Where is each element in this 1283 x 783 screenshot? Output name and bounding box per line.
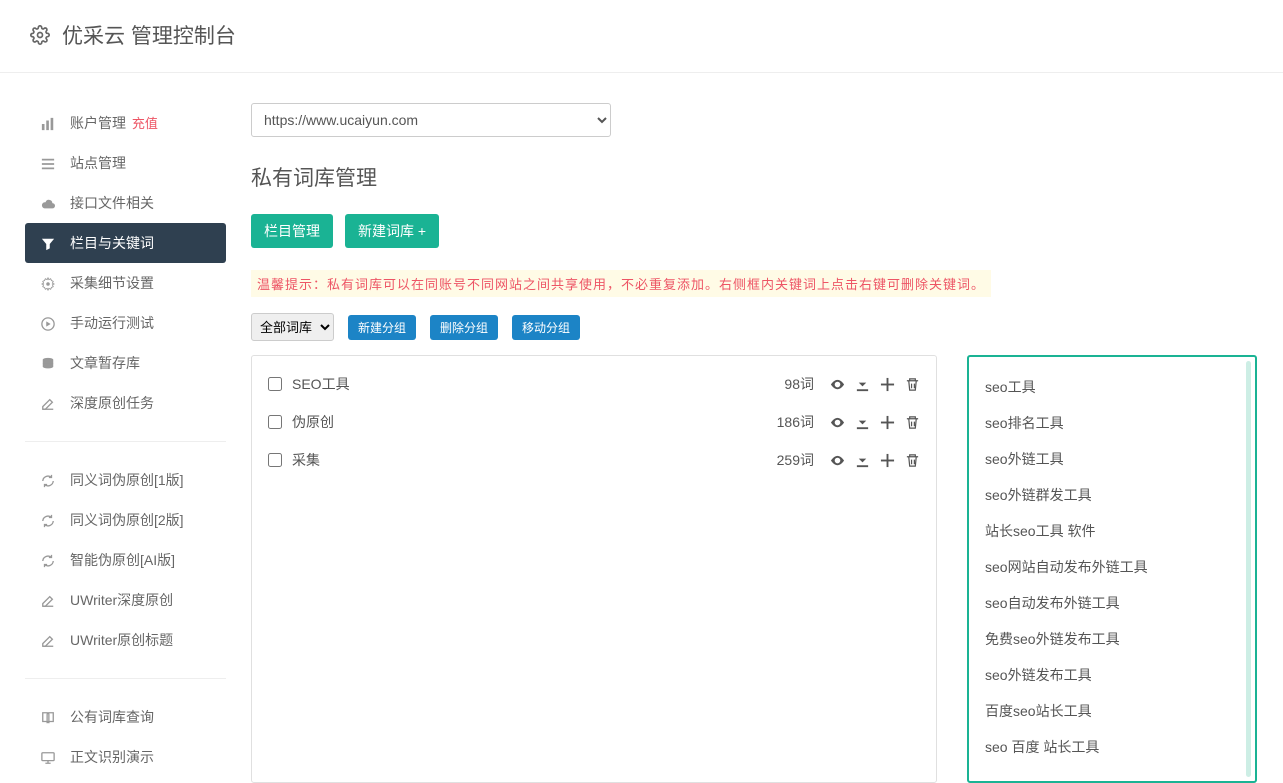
site-select[interactable]: https://www.ucaiyun.com [251,103,611,137]
keyword-item[interactable]: seo 百度 站长工具 [985,731,1239,767]
eye-icon[interactable] [830,376,845,393]
keyword-item[interactable]: seo自动发布外链工具 [985,587,1239,623]
eye-icon[interactable] [830,414,845,431]
sidebar-item-3[interactable]: 栏目与关键词 [25,223,226,263]
lexicon-checkbox[interactable] [268,377,282,391]
lexicon-row: SEO工具 98词 [268,368,920,406]
chart-icon [40,115,56,131]
edit-icon [40,395,56,411]
sidebar-item-label: 深度原创任务 [70,393,154,413]
plus-icon[interactable] [880,452,895,469]
sidebar-item-label: 栏目与关键词 [70,233,154,253]
sidebar-item-1[interactable]: 正文识别演示 [25,737,226,777]
eye-icon[interactable] [830,452,845,469]
sidebar-item-5[interactable]: 手动运行测试 [25,303,226,343]
sidebar-item-2[interactable]: 接口文件相关 [25,183,226,223]
edit-icon [40,632,56,648]
download-icon[interactable] [855,414,870,431]
sidebar-item-7[interactable]: 深度原创任务 [25,383,226,423]
lexicon-count: 98词 [784,374,814,394]
refresh-icon [40,552,56,568]
gear-icon [30,24,50,47]
sidebar-item-label: 正文识别演示 [70,747,154,767]
edit-icon [40,592,56,608]
sidebar-item-label: 接口文件相关 [70,193,154,213]
sidebar-item-2[interactable]: 智能伪原创[AI版] [25,540,226,580]
lexicon-name[interactable]: SEO工具 [292,374,774,394]
sidebar-item-label: 公有词库查询 [70,707,154,727]
sidebar-item-label: 手动运行测试 [70,313,154,333]
sidebar-item-label: 文章暂存库 [70,353,140,373]
page-header-title: 优采云 管理控制台 [62,20,236,50]
download-icon[interactable] [855,376,870,393]
list-icon [40,155,56,171]
plus-icon[interactable] [880,414,895,431]
sidebar-item-4[interactable]: 采集细节设置 [25,263,226,303]
book-icon [40,709,56,725]
sidebar-item-4[interactable]: UWriter原创标题 [25,620,226,660]
sidebar-item-label: 同义词伪原创[2版] [70,510,184,530]
lexicon-name[interactable]: 伪原创 [292,412,767,432]
sidebar-item-label: UWriter原创标题 [70,630,173,650]
download-icon[interactable] [855,452,870,469]
trash-icon[interactable] [905,414,920,431]
refresh-icon [40,472,56,488]
sidebar-item-label: 采集细节设置 [70,273,154,293]
sidebar-item-label: 站点管理 [70,153,126,173]
lexicon-row: 伪原创 186词 [268,406,920,444]
keyword-item[interactable]: seo网站自动发布外链工具 [985,551,1239,587]
keyword-item[interactable]: 免费seo外链发布工具 [985,623,1239,659]
keyword-item[interactable]: seo外链群发工具 [985,479,1239,515]
keyword-item[interactable]: seo工具 [985,371,1239,407]
refresh-icon [40,512,56,528]
page-title: 私有词库管理 [251,162,1257,192]
category-manage-button[interactable]: 栏目管理 [251,214,333,248]
play-icon [40,315,56,331]
sidebar-item-label: 智能伪原创[AI版] [70,550,175,570]
badge: 充值 [132,116,158,131]
filter-icon [40,235,56,251]
lexicon-row: 采集 259词 [268,444,920,482]
keyword-item[interactable]: 站长seo工具 软件 [985,515,1239,551]
cloud-icon [40,195,56,211]
sidebar-item-3[interactable]: UWriter深度原创 [25,580,226,620]
trash-icon[interactable] [905,452,920,469]
sidebar-item-label: UWriter深度原创 [70,590,173,610]
sidebar-item-6[interactable]: 文章暂存库 [25,343,226,383]
delete-group-button[interactable]: 删除分组 [430,315,498,340]
sidebar-item-1[interactable]: 站点管理 [25,143,226,183]
new-lexicon-button[interactable]: 新建词库 + [345,214,439,248]
group-select[interactable]: 全部词库 [251,313,334,341]
lexicon-count: 259词 [777,450,814,470]
keyword-item[interactable]: seo外链工具 [985,443,1239,479]
gears-icon [40,275,56,291]
sidebar-item-0[interactable]: 公有词库查询 [25,697,226,737]
lexicon-checkbox[interactable] [268,415,282,429]
lexicon-list-panel: SEO工具 98词伪原创 186词采集 259词 [251,355,937,783]
sidebar-item-label: 同义词伪原创[1版] [70,470,184,490]
lexicon-name[interactable]: 采集 [292,450,767,470]
keyword-item[interactable]: seo外链发布工具 [985,659,1239,695]
trash-icon[interactable] [905,376,920,393]
main-content: https://www.ucaiyun.com 私有词库管理 栏目管理 新建词库… [226,103,1283,783]
keyword-list-panel: seo工具seo排名工具seo外链工具seo外链群发工具站长seo工具 软件se… [967,355,1257,783]
sidebar-item-label: 账户管理 充值 [70,113,158,133]
move-group-button[interactable]: 移动分组 [512,315,580,340]
tip-text: 温馨提示：私有词库可以在同账号不同网站之间共享使用，不必重复添加。右侧框内关键词… [251,270,991,297]
sidebar-item-1[interactable]: 同义词伪原创[2版] [25,500,226,540]
sidebar: 账户管理 充值站点管理接口文件相关栏目与关键词采集细节设置手动运行测试文章暂存库… [0,103,226,783]
lexicon-checkbox[interactable] [268,453,282,467]
new-group-button[interactable]: 新建分组 [348,315,416,340]
keyword-item[interactable]: 百度seo站长工具 [985,695,1239,731]
monitor-icon [40,749,56,765]
lexicon-count: 186词 [777,412,814,432]
keyword-item[interactable]: seo排名工具 [985,407,1239,443]
db-icon [40,355,56,371]
sidebar-item-0[interactable]: 账户管理 充值 [25,103,226,143]
sidebar-item-0[interactable]: 同义词伪原创[1版] [25,460,226,500]
plus-icon[interactable] [880,376,895,393]
